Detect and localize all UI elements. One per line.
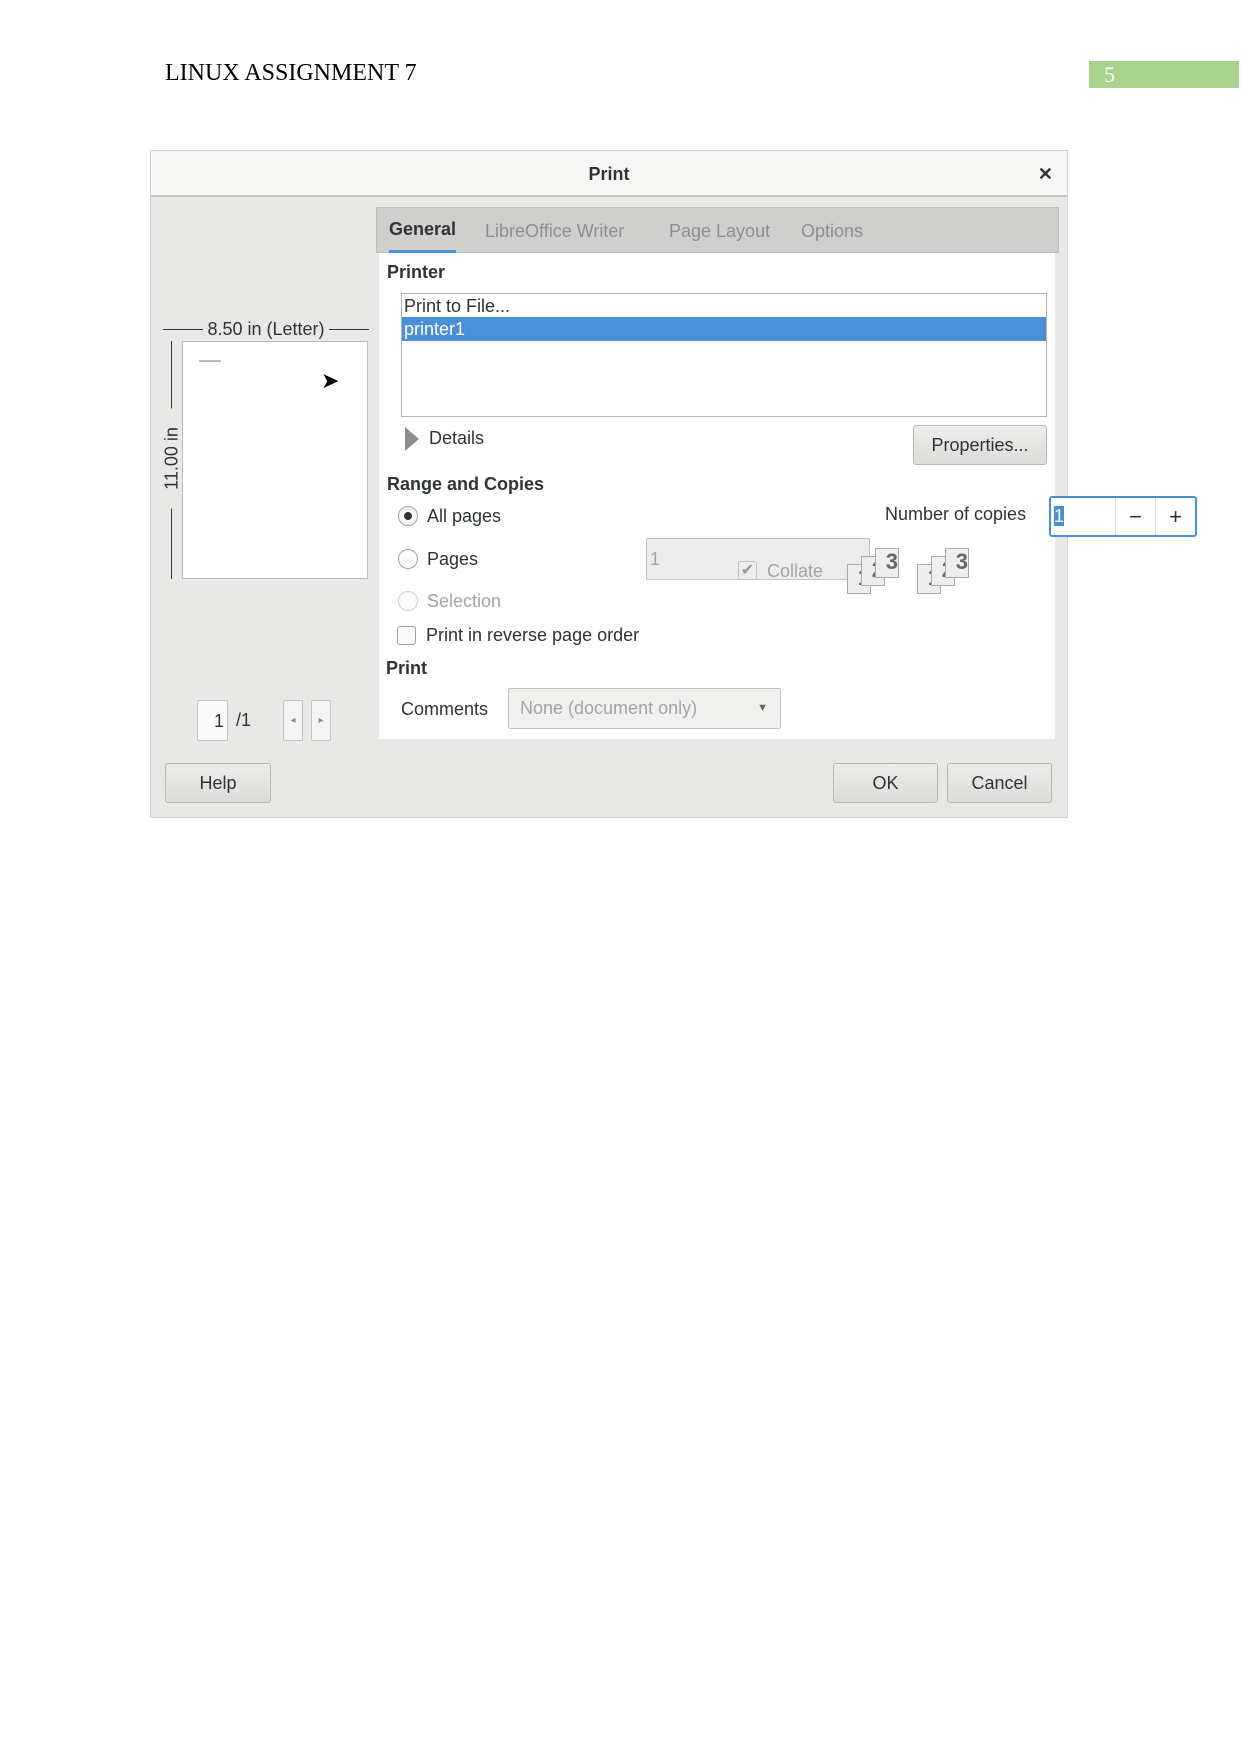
printer-list[interactable]: Print to File... printer1 [401,293,1047,417]
printer-heading: Printer [387,262,446,282]
expander-arrow-icon[interactable] [405,427,419,451]
height-dimension: 11.00 in [161,341,183,579]
pages-input[interactable]: 1 [646,538,870,580]
width-label: 8.50 in (Letter) [207,318,325,339]
collate-label: Collate [767,561,824,581]
details-expander[interactable]: Details [429,428,484,449]
page-number-input[interactable]: 1 [197,700,228,741]
ok-button[interactable]: OK [833,763,938,803]
decrement-button[interactable]: − [1115,498,1155,535]
prev-page-button[interactable]: ◂ [283,700,303,741]
printer-item-print-to-file[interactable]: Print to File... [402,294,1046,318]
uncollated-pages-icon: 1 2 3 [917,548,977,596]
document-header: LINUX ASSIGNMENT 7 [165,60,417,86]
all-pages-label: All pages [427,506,502,526]
increment-button[interactable]: + [1155,498,1195,535]
all-pages-radio[interactable] [398,506,418,526]
help-button[interactable]: Help [165,763,271,803]
range-heading: Range and Copies [387,474,545,494]
copies-input[interactable]: 1 [1054,506,1065,526]
copies-label: Number of copies [885,504,1027,524]
properties-button[interactable]: Properties... [913,425,1047,465]
total-pages: /1 [236,710,252,730]
tab-options[interactable]: Options [801,208,863,254]
print-heading: Print [386,658,428,678]
selection-radio[interactable] [398,591,418,611]
tab-libreoffice-writer[interactable]: LibreOffice Writer [485,208,624,254]
height-label: 11.00 in [161,408,183,509]
general-panel: Printer Print to File... printer1 Detail… [379,253,1197,739]
page-number: 5 [1089,61,1239,88]
width-dimension: 8.50 in (Letter) [163,317,369,341]
reverse-order-label: Print in reverse page order [426,625,640,645]
close-icon[interactable]: ✕ [1038,151,1053,197]
tab-general[interactable]: General [389,208,457,253]
cancel-button[interactable]: Cancel [947,763,1052,803]
dialog-title: Print [151,151,1067,197]
page-preview: ➤ [182,341,368,579]
reverse-order-checkbox[interactable] [397,626,416,645]
printer-item-printer1[interactable]: printer1 [402,317,1046,341]
cursor-icon: ➤ [321,368,340,393]
collated-pages-icon: 1 2 3 [847,548,907,596]
comments-value: None (document only) [520,698,698,718]
comments-dropdown[interactable]: None (document only) ▼ [508,688,781,729]
comments-label: Comments [401,699,489,719]
next-page-button[interactable]: ▸ [311,700,331,741]
pages-label: Pages [427,549,479,569]
tab-page-layout[interactable]: Page Layout [669,208,770,254]
chevron-down-icon: ▼ [757,702,768,714]
selection-label: Selection [427,591,502,611]
collate-checkbox[interactable]: ✔ [738,561,757,580]
tab-bar: General LibreOffice Writer Page Layout O… [376,207,1059,253]
pages-radio[interactable] [398,549,418,569]
copies-spinner[interactable]: 1 − + [1049,496,1197,537]
